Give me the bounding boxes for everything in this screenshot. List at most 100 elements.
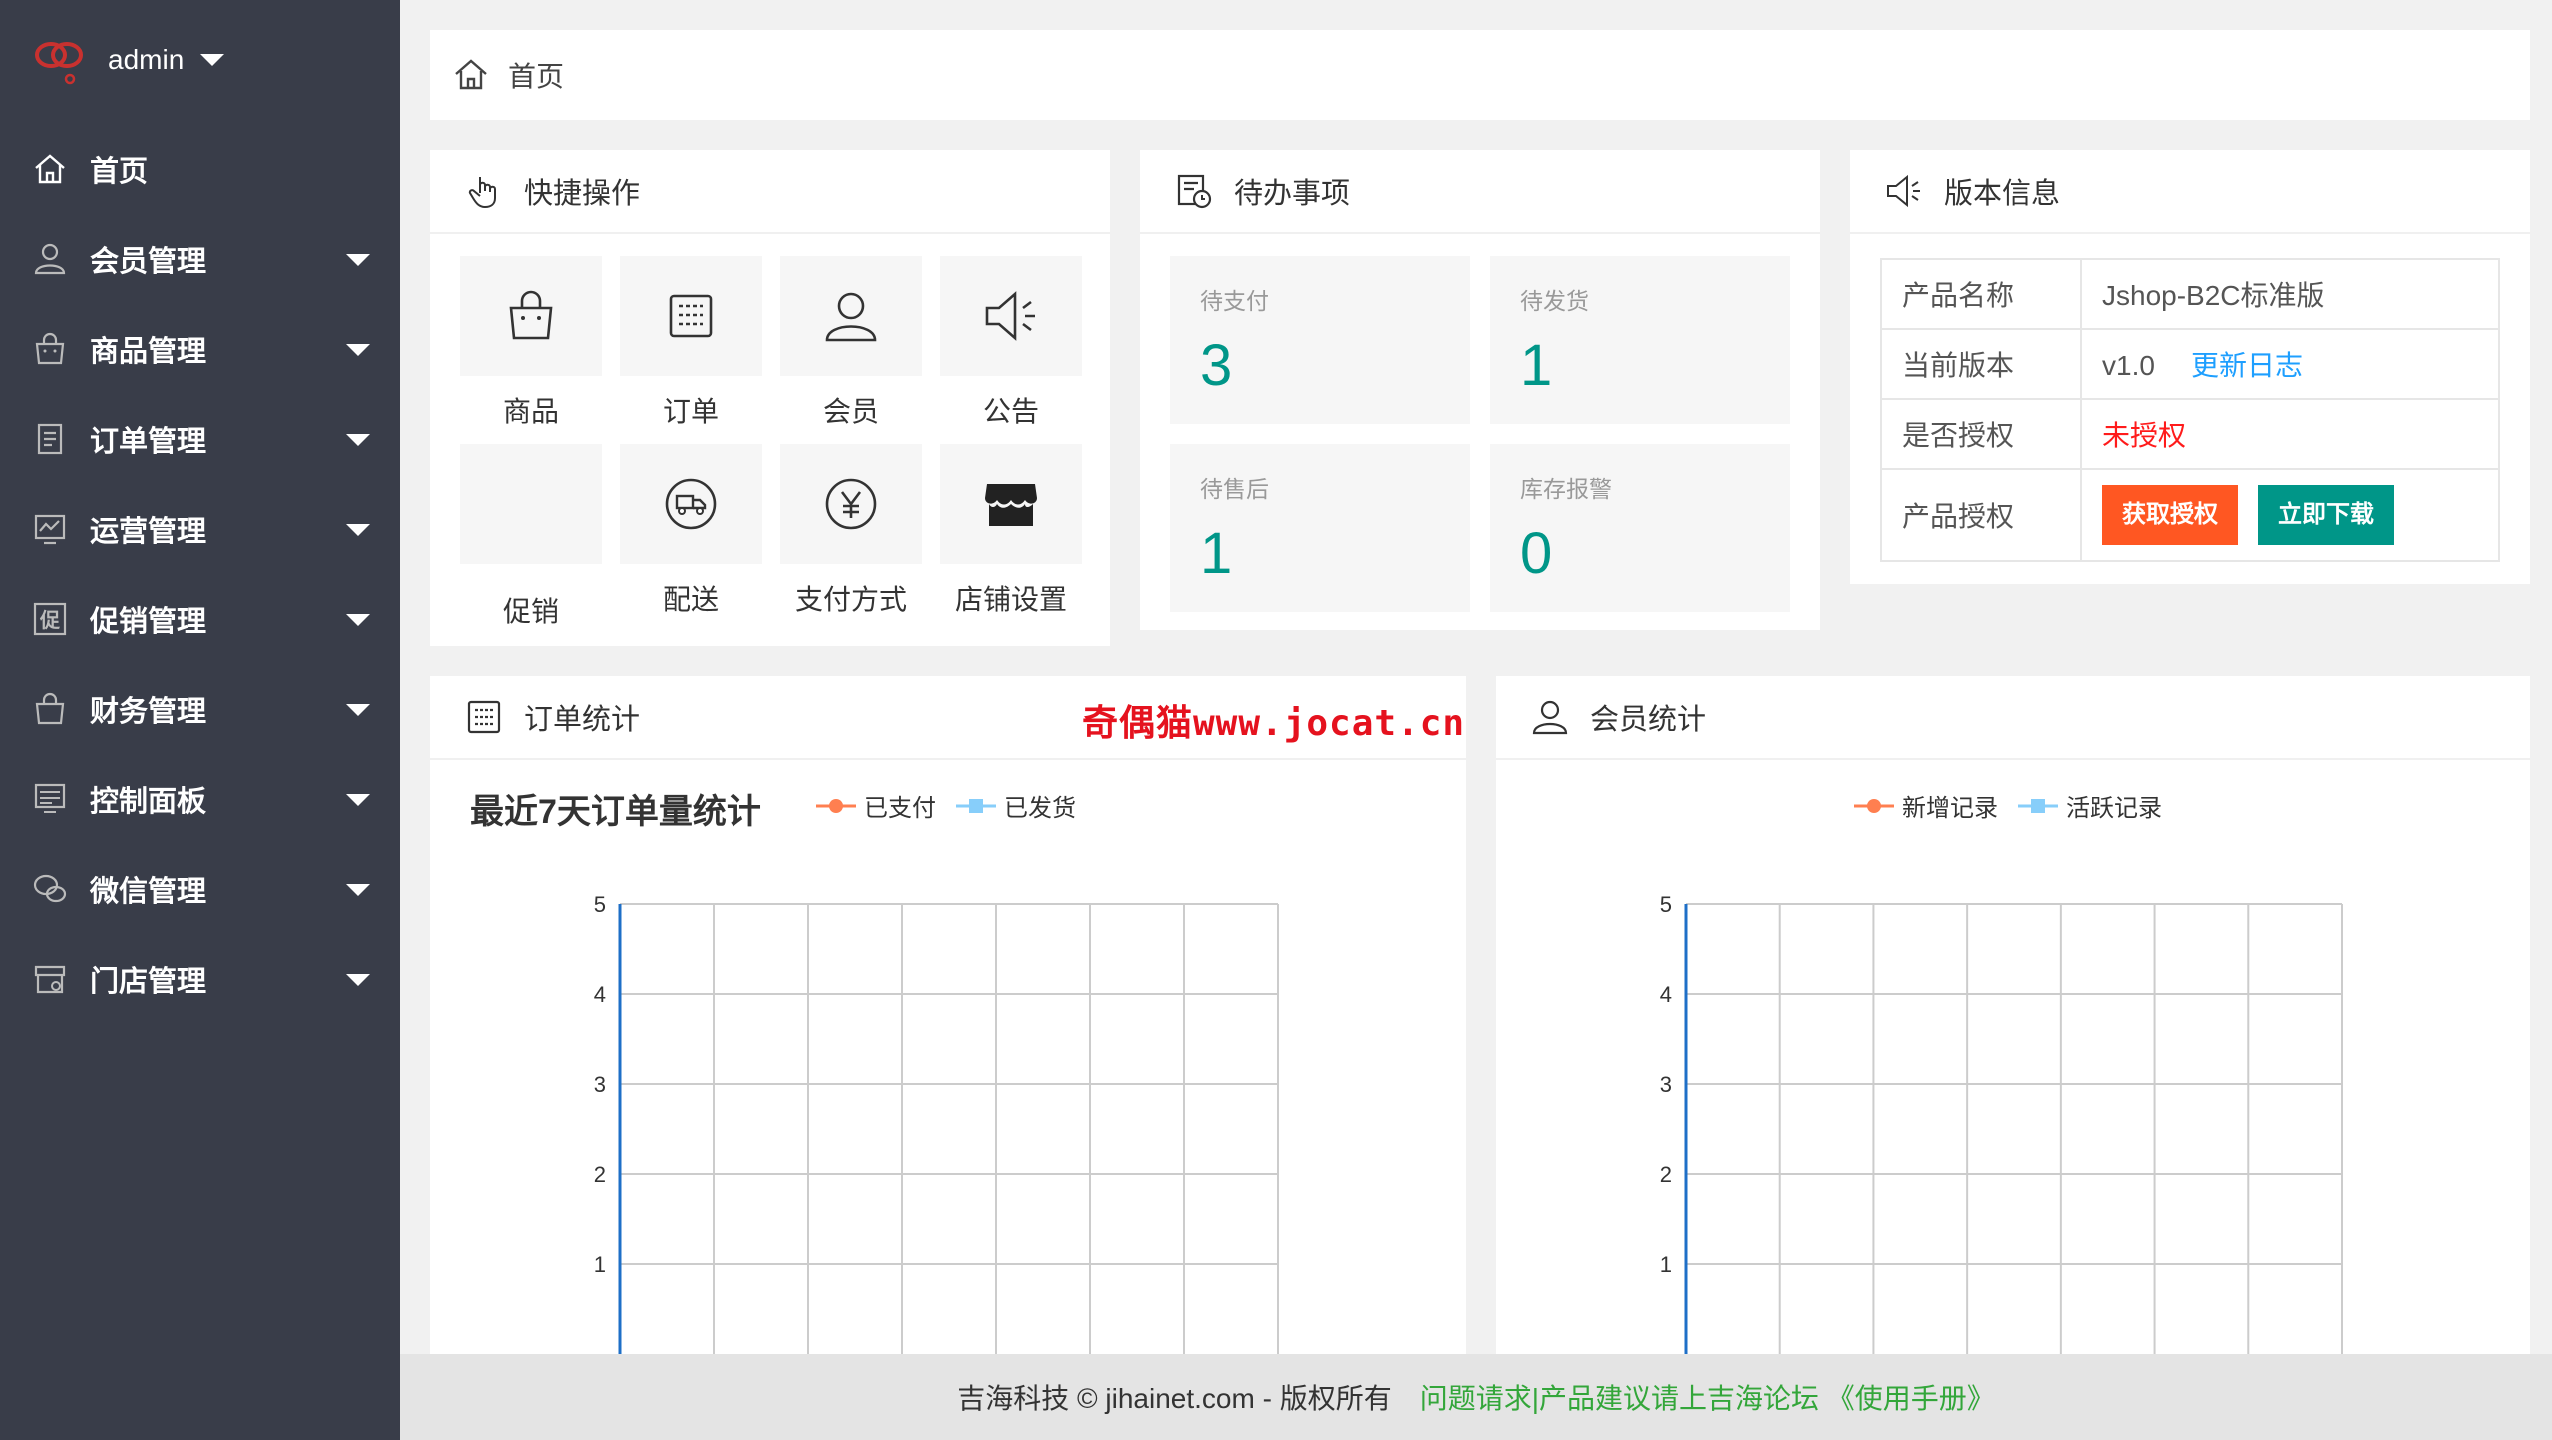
y-tick-label: 1 <box>1660 1252 1672 1277</box>
y-tick-label: 2 <box>1660 1162 1672 1187</box>
current-version-key: 当前版本 <box>1880 328 2082 400</box>
order-list-icon <box>30 419 70 459</box>
chevron-down-icon <box>346 254 370 266</box>
todo-pending-aftersale[interactable]: 待售后 1 <box>1170 444 1470 612</box>
sidebar-item-label: 运营管理 <box>90 516 207 548</box>
license-key: 产品授权 <box>1880 468 2082 562</box>
sidebar-item-label: 门店管理 <box>90 966 207 998</box>
quick-label: 促销 <box>502 596 559 627</box>
version-card: 版本信息 产品名称 Jshop-B2C标准版 当前版本 v1.0 更新日志 是否授… <box>1850 150 2530 584</box>
y-tick-label: 1 <box>594 1252 606 1277</box>
quick-label: 店铺设置 <box>954 584 1067 615</box>
member-stats-card: 会员统计 新增记录 活跃记录 12345 <box>1496 676 2530 1356</box>
breadcrumb-home[interactable]: 首页 <box>508 55 564 95</box>
current-version-value: v1.0 <box>2102 350 2155 381</box>
download-button[interactable]: 立即下载 <box>2258 485 2394 545</box>
member-line-chart: 1 2 3 4 5 <box>1660 892 2343 1356</box>
license-actions: 获取授权 立即下载 <box>2080 468 2500 562</box>
footer: 吉海科技 © jihainet.com - 版权所有 问题请求|产品建议请上吉海… <box>400 1354 2552 1440</box>
quick-members[interactable]: 会员 <box>780 256 922 434</box>
megaphone-icon <box>985 291 1035 341</box>
current-version-cell: v1.0 更新日志 <box>2080 328 2500 400</box>
sidebar-item-promotions[interactable]: 促 促销管理 <box>0 574 400 664</box>
user-dropdown-caret-icon[interactable] <box>200 54 225 66</box>
todo-value: 1 <box>1200 521 1233 586</box>
sidebar-item-label: 微信管理 <box>90 876 207 908</box>
todo-card: 待办事项 待支付 3 待发货 1 待售后 1 库存报警 0 <box>1140 150 1820 630</box>
quick-box <box>780 444 922 564</box>
quick-label: 配送 <box>662 584 719 615</box>
quick-shop-settings[interactable]: 店铺设置 <box>940 444 1082 622</box>
sidebar-item-operations[interactable]: 运营管理 <box>0 484 400 574</box>
quick-box <box>780 256 922 376</box>
todo-value: 1 <box>1520 333 1553 398</box>
card-header: 版本信息 <box>1850 150 2530 234</box>
sidebar-item-control-panel[interactable]: 控制面板 <box>0 754 400 844</box>
quick-actions-card: 快捷操作 商品 订单 会员 公告 促销 配送 支付方式 店铺设置 <box>430 150 1110 646</box>
card-title: 快捷操作 <box>524 178 641 210</box>
todo-pending-payment[interactable]: 待支付 3 <box>1170 256 1470 424</box>
wechat-icon <box>30 869 70 909</box>
quick-goods[interactable]: 商品 <box>460 256 602 434</box>
sidebar-item-label: 会员管理 <box>90 246 207 278</box>
product-name-value: Jshop-B2C标准版 <box>2080 258 2500 330</box>
y-tick-label: 5 <box>1660 892 1672 917</box>
changelog-link[interactable]: 更新日志 <box>2191 350 2303 381</box>
sidebar-item-finance[interactable]: 财务管理 <box>0 664 400 754</box>
brand: admin <box>32 30 225 90</box>
quick-box <box>460 256 602 376</box>
product-name-key: 产品名称 <box>1880 258 2082 330</box>
order-line-chart: 1 2 3 4 5 <box>594 892 1279 1356</box>
quick-announcements[interactable]: 公告 <box>940 256 1082 434</box>
quick-label: 订单 <box>662 396 719 427</box>
quick-label: 会员 <box>822 396 879 427</box>
y-tick-label: 5 <box>594 892 606 917</box>
admin-username[interactable]: admin <box>108 44 184 76</box>
sidebar-item-orders[interactable]: 订单管理 <box>0 394 400 484</box>
quick-label: 支付方式 <box>794 584 907 615</box>
todo-pending-shipment[interactable]: 待发货 1 <box>1490 256 1790 424</box>
sidebar-item-label: 财务管理 <box>90 696 207 728</box>
y-tick-label: 4 <box>594 982 606 1007</box>
authorized-value: 未授权 <box>2080 398 2500 470</box>
yen-icon <box>825 478 877 530</box>
panel-icon <box>30 779 70 819</box>
card-header: 快捷操作 <box>430 150 1110 234</box>
sidebar-item-members[interactable]: 会员管理 <box>0 214 400 304</box>
chevron-down-icon <box>346 794 370 806</box>
breadcrumb: 首页 <box>430 30 2530 120</box>
table-row: 是否授权 未授权 <box>1880 398 2500 470</box>
chart-monitor-icon <box>30 509 70 549</box>
quick-box <box>620 256 762 376</box>
quick-label: 商品 <box>502 396 559 427</box>
quick-promotions[interactable]: 促销 <box>460 444 602 627</box>
copyright-text: 吉海科技 © jihainet.com - 版权所有 <box>957 1383 1392 1414</box>
todo-value: 0 <box>1520 521 1553 586</box>
card-header: 待办事项 <box>1140 150 1820 234</box>
sidebar-item-wechat[interactable]: 微信管理 <box>0 844 400 934</box>
home-icon[interactable] <box>452 56 490 94</box>
forum-link[interactable]: 问题请求|产品建议请上吉海论坛 《使用手册》 <box>1420 1377 1995 1417</box>
sidebar-item-goods[interactable]: 商品管理 <box>0 304 400 394</box>
table-row: 当前版本 v1.0 更新日志 <box>1880 328 2500 400</box>
authorized-key: 是否授权 <box>1880 398 2082 470</box>
sidebar-item-label: 首页 <box>90 156 149 188</box>
card-title: 待办事项 <box>1234 178 1351 210</box>
quick-box <box>940 444 1082 564</box>
store-icon <box>30 959 70 999</box>
card-title: 版本信息 <box>1944 178 2061 210</box>
quick-orders[interactable]: 订单 <box>620 256 762 434</box>
quick-box <box>620 444 762 564</box>
sidebar: admin 首页 会员管理 商品管理 订单管理 运营管理 促 促销管理 财务管理… <box>0 0 400 1440</box>
sidebar-item-home[interactable]: 首页 <box>0 124 400 214</box>
promo-icon: 促 <box>30 599 70 639</box>
sidebar-item-stores[interactable]: 门店管理 <box>0 934 400 1024</box>
sidebar-item-label: 控制面板 <box>90 786 207 818</box>
get-license-button[interactable]: 获取授权 <box>2102 485 2238 545</box>
todo-stock-alert[interactable]: 库存报警 0 <box>1490 444 1790 612</box>
quick-payment[interactable]: 支付方式 <box>780 444 922 622</box>
wallet-icon <box>30 689 70 729</box>
y-tick-label: 3 <box>1660 1072 1672 1097</box>
table-row: 产品名称 Jshop-B2C标准版 <box>1880 258 2500 330</box>
quick-delivery[interactable]: 配送 <box>620 444 762 622</box>
